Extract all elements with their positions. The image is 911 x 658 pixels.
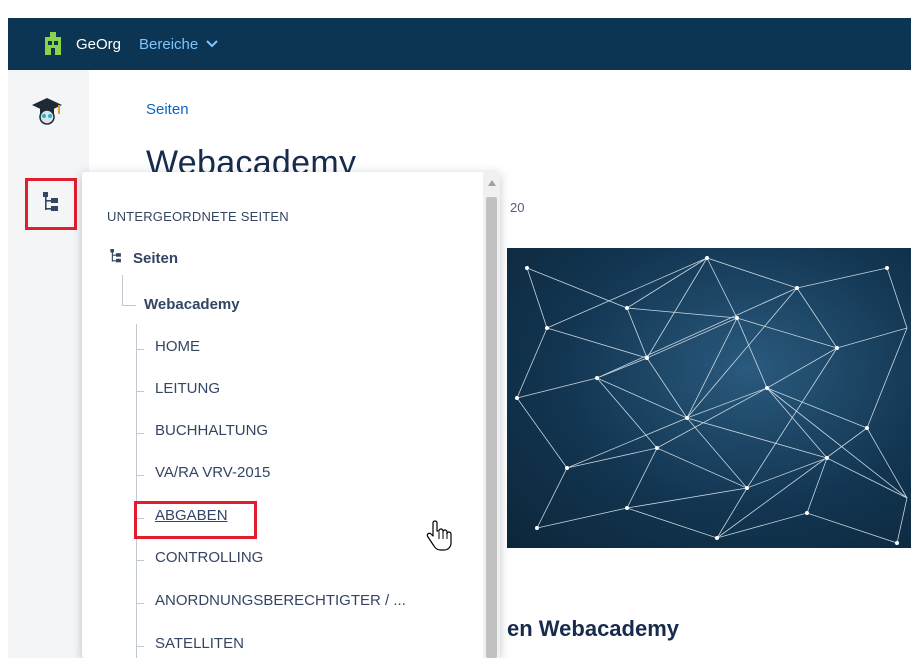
tree-connector bbox=[136, 475, 144, 476]
tree-connector bbox=[136, 324, 137, 658]
graduation-cap-icon[interactable] bbox=[30, 94, 64, 128]
tree-child-va-ra[interactable]: VA/RA VRV-2015 bbox=[155, 464, 270, 481]
top-navigation-bar: GeOrg Bereiche bbox=[8, 18, 911, 70]
left-sidebar bbox=[8, 70, 89, 658]
tree-child-abgaben[interactable]: ABGABEN bbox=[155, 507, 228, 524]
page-tree-icon bbox=[41, 191, 61, 218]
tree-child-leitung[interactable]: LEITUNG bbox=[155, 380, 220, 397]
bereiche-menu[interactable]: Bereiche bbox=[139, 36, 218, 53]
hand-pointer-icon bbox=[426, 519, 454, 553]
tree-parent-webacademy[interactable]: Webacademy bbox=[144, 296, 240, 313]
hero-image bbox=[507, 248, 911, 548]
tree-connector bbox=[136, 349, 144, 350]
page-meta: 20 bbox=[510, 200, 525, 215]
page-tree-icon bbox=[109, 248, 123, 268]
page-tree-popup: UNTERGEORDNETE SEITEN Seiten Webacademy … bbox=[82, 172, 500, 658]
building-icon[interactable] bbox=[42, 31, 64, 57]
section-heading: en Webacademy bbox=[507, 616, 680, 641]
tree-child-buchhaltung[interactable]: BUCHHALTUNG bbox=[155, 422, 268, 439]
tree-child-home[interactable]: HOME bbox=[155, 338, 200, 355]
page-tree-button[interactable] bbox=[25, 178, 77, 230]
tree-child-controlling[interactable]: CONTROLLING bbox=[155, 549, 263, 566]
scrollbar-thumb[interactable] bbox=[486, 197, 497, 658]
app-title[interactable]: GeOrg bbox=[76, 36, 121, 53]
tree-root-seiten[interactable]: Seiten bbox=[109, 248, 178, 268]
chevron-down-icon bbox=[206, 37, 218, 51]
tree-connector bbox=[136, 391, 144, 392]
tree-connector bbox=[136, 433, 144, 434]
tree-root-label: Seiten bbox=[133, 249, 179, 267]
tree-connector bbox=[136, 603, 144, 604]
window-edge bbox=[0, 0, 8, 658]
popup-scrollbar[interactable] bbox=[483, 172, 500, 658]
scroll-up-arrow-icon[interactable] bbox=[488, 180, 496, 186]
tree-child-satelliten[interactable]: SATELLITEN bbox=[155, 635, 244, 652]
popup-heading: UNTERGEORDNETE SEITEN bbox=[107, 209, 289, 224]
tree-connector bbox=[122, 305, 136, 306]
breadcrumb[interactable]: Seiten bbox=[146, 101, 189, 118]
tree-connector bbox=[122, 275, 123, 305]
bereiche-menu-label: Bereiche bbox=[139, 35, 199, 53]
tree-connector bbox=[136, 560, 144, 561]
tree-child-anordnungsberechtigter[interactable]: ANORDNUNGSBERECHTIGTER / ... bbox=[155, 592, 406, 609]
tree-connector bbox=[136, 646, 144, 647]
